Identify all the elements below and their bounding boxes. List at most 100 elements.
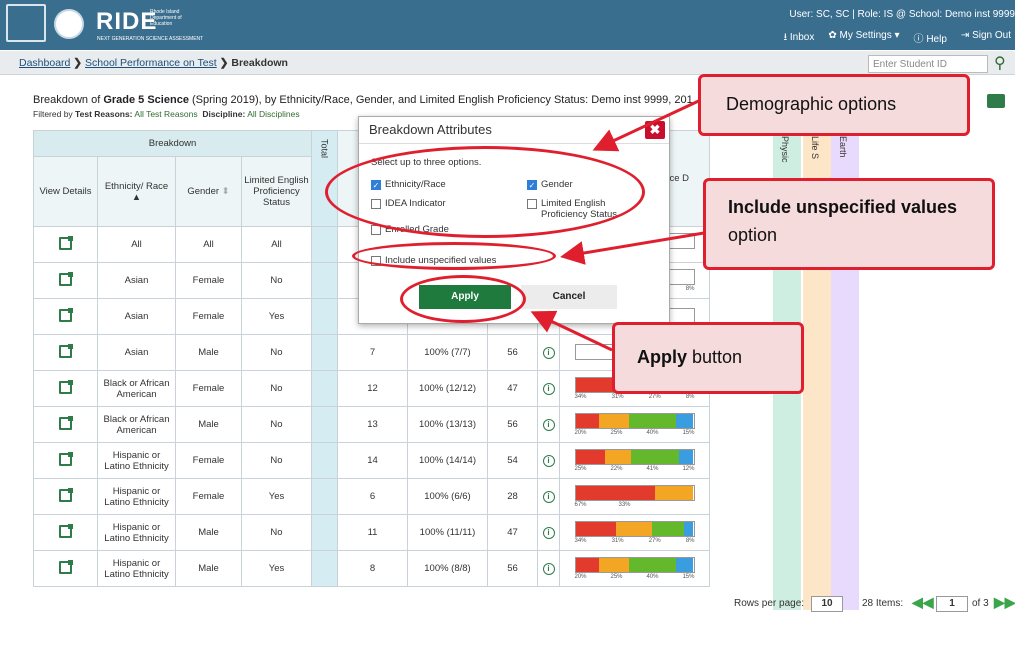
view-details-cell[interactable] <box>33 406 98 443</box>
info-icon[interactable]: i <box>542 562 555 575</box>
ethnicity-header[interactable]: Ethnicity/ Race ▲ <box>97 156 176 227</box>
bar-percent-labels: 67% 33% <box>574 502 631 508</box>
view-details-cell[interactable] <box>33 262 98 299</box>
count-cell: 6 <box>337 478 408 515</box>
view-details-icon[interactable] <box>59 451 73 466</box>
close-icon[interactable]: ✖ <box>645 121 665 139</box>
bar-segment <box>575 378 616 392</box>
ri-seal-icon <box>54 9 84 39</box>
info-cell[interactable]: i <box>537 334 560 371</box>
view-details-icon[interactable] <box>59 235 73 250</box>
view-details-icon[interactable] <box>59 415 73 430</box>
view-details-cell[interactable] <box>33 334 98 371</box>
percent-tested-cell: 100% (7/7) <box>407 334 488 371</box>
view-details-icon[interactable] <box>59 379 73 394</box>
breadcrumb-performance[interactable]: School Performance on Test <box>85 57 217 69</box>
lep-cell: Yes <box>241 478 312 515</box>
breadcrumb-current: Breakdown <box>231 57 288 69</box>
modal-title: Breakdown Attributes <box>369 122 492 137</box>
info-icon[interactable]: i <box>542 526 555 539</box>
student-id-input[interactable]: Enter Student ID <box>868 55 988 73</box>
rows-per-page-select[interactable]: 10 <box>811 596 843 612</box>
sort-asc-icon[interactable]: ▲ <box>132 192 141 203</box>
inbox-link[interactable]: ⭳ Inbox <box>784 30 815 47</box>
total-cell <box>311 406 338 443</box>
table-row: Hispanic or Latino Ethnicity Male Yes 8 100%… <box>33 550 710 587</box>
info-icon[interactable]: i <box>542 382 555 395</box>
view-details-cell[interactable] <box>33 442 98 479</box>
view-details-icon[interactable] <box>59 559 73 574</box>
bar-segment <box>679 450 694 464</box>
bar-segment <box>630 450 680 464</box>
table-row: Hispanic or Latino Ethnicity Male No 11 100%… <box>33 514 710 551</box>
ethnicity-cell: Hispanic or Latino Ethnicity <box>97 478 176 515</box>
bar-segment <box>675 414 694 428</box>
view-details-cell[interactable] <box>33 514 98 551</box>
breadcrumb-sep-icon: ❯ <box>73 57 86 69</box>
unspecified-ring <box>352 242 556 270</box>
gender-cell: Male <box>175 514 242 551</box>
info-cell[interactable]: i <box>537 370 560 407</box>
settings-link[interactable]: ✿ My Settings ▾ <box>828 30 899 47</box>
lep-cell: No <box>241 442 312 479</box>
view-details-icon[interactable] <box>59 523 73 538</box>
table-row: Hispanic or Latino Ethnicity Female Yes 6 10… <box>33 478 710 515</box>
ethnicity-cell: Asian <box>97 334 176 371</box>
next-page-icon[interactable]: ▶▶ <box>994 594 1015 611</box>
search-icon[interactable]: ⚲ <box>994 53 1006 73</box>
info-cell[interactable]: i <box>537 442 560 479</box>
breadcrumb-dashboard[interactable]: Dashboard <box>19 57 70 69</box>
signout-link[interactable]: ⇥ Sign Out <box>961 30 1011 47</box>
info-cell[interactable]: i <box>537 550 560 587</box>
view-details-icon[interactable] <box>59 271 73 286</box>
lep-cell: No <box>241 334 312 371</box>
lep-cell: Yes <box>241 550 312 587</box>
bar-segment <box>654 486 694 500</box>
info-cell[interactable]: i <box>537 406 560 443</box>
sort-icon[interactable]: ⬍ <box>222 186 230 197</box>
performance-distribution-cell: 20% 25% 40% 15% <box>559 550 710 587</box>
performance-distribution-cell: 34% 31% 27% 8% <box>559 514 710 551</box>
view-details-cell[interactable] <box>33 226 98 263</box>
print-icon[interactable] <box>987 94 1005 108</box>
info-icon[interactable]: i <box>542 454 555 467</box>
page-total: of 3 <box>972 598 989 609</box>
gender-cell: Male <box>175 406 242 443</box>
view-details-icon[interactable] <box>59 307 73 322</box>
page-input[interactable]: 1 <box>936 596 968 612</box>
info-cell[interactable]: i <box>537 514 560 551</box>
view-details-header: View Details <box>33 156 98 227</box>
performance-bar <box>574 413 695 429</box>
view-details-cell[interactable] <box>33 298 98 335</box>
avg-score-cell: 54 <box>487 442 538 479</box>
info-icon[interactable]: i <box>542 418 555 431</box>
info-icon[interactable]: i <box>542 346 555 359</box>
bar-percent-labels: 20% 25% 40% 15% <box>574 430 695 436</box>
prev-page-icon[interactable]: ◀◀ <box>912 594 934 611</box>
view-details-cell[interactable] <box>33 478 98 515</box>
ethnicity-cell: Black or African American <box>97 370 176 407</box>
total-cell <box>311 370 338 407</box>
top-links: ⭳ Inbox ✿ My Settings ▾ ⓘ Help ⇥ Sign Ou… <box>784 30 1011 47</box>
ride-logo: RIDE <box>96 8 158 35</box>
view-details-icon[interactable] <box>59 343 73 358</box>
view-details-cell[interactable] <box>33 550 98 587</box>
ethnicity-cell: Asian <box>97 298 176 335</box>
gender-cell: Female <box>175 442 242 479</box>
bar-segment <box>675 558 694 572</box>
ride-logo-sub: Rhode Island Department of Education <box>150 9 182 27</box>
view-details-cell[interactable] <box>33 370 98 407</box>
cancel-button[interactable]: Cancel <box>521 285 617 309</box>
bar-segment <box>684 522 694 536</box>
bar-segment <box>575 558 600 572</box>
bar-segment <box>575 414 600 428</box>
apply-ring <box>400 275 526 323</box>
info-icon[interactable]: i <box>542 490 555 503</box>
count-cell: 14 <box>337 442 408 479</box>
info-cell[interactable]: i <box>537 478 560 515</box>
gender-header[interactable]: Gender ⬍ <box>175 156 242 227</box>
help-link[interactable]: ⓘ Help <box>914 30 947 47</box>
lep-header[interactable]: Limited English Proficiency Status <box>241 156 312 227</box>
count-cell: 7 <box>337 334 408 371</box>
view-details-icon[interactable] <box>59 487 73 502</box>
